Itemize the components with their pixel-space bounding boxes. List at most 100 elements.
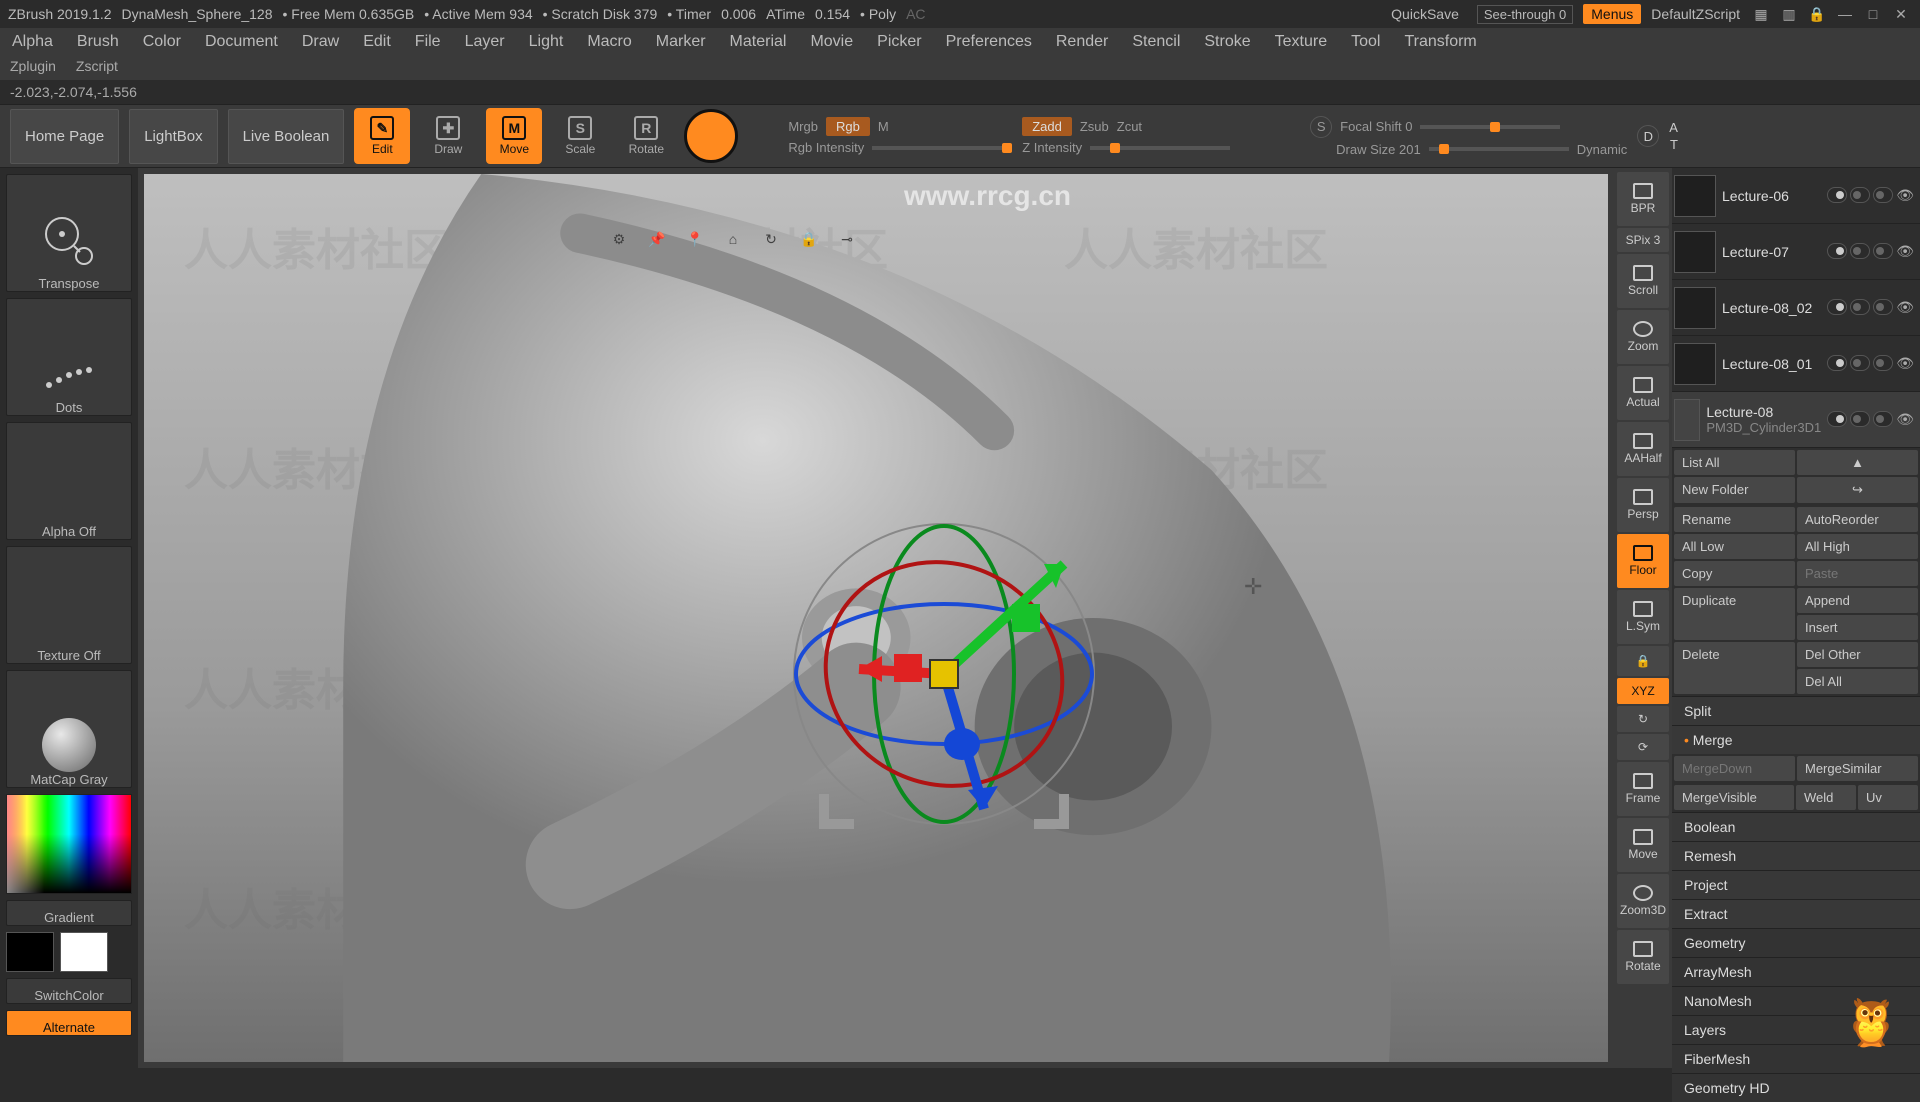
menu-file[interactable]: File	[413, 30, 443, 54]
vis-toggle[interactable]	[1827, 355, 1847, 371]
menu-alpha[interactable]: Alpha	[10, 30, 55, 54]
alpha-slot[interactable]: Alpha Off	[6, 422, 132, 540]
poly-toggle[interactable]	[1850, 243, 1870, 259]
m-label[interactable]: M	[878, 119, 889, 134]
home-icon[interactable]: ⌂	[718, 224, 748, 254]
folder-arrow-button[interactable]: ↪	[1797, 477, 1918, 503]
paint-toggle[interactable]	[1873, 411, 1893, 427]
vis-toggle[interactable]	[1827, 411, 1847, 427]
marker-icon[interactable]: 📍	[680, 224, 710, 254]
geometry-section[interactable]: Geometry	[1672, 928, 1920, 957]
menu-light[interactable]: Light	[527, 30, 566, 54]
material-slot[interactable]: MatCap Gray	[6, 670, 132, 788]
copy-button[interactable]: Copy	[1674, 561, 1795, 586]
menu-material[interactable]: Material	[728, 30, 789, 54]
move-mode[interactable]: MMove	[486, 108, 542, 164]
menu-macro[interactable]: Macro	[585, 30, 633, 54]
maximize-icon[interactable]: □	[1862, 3, 1884, 25]
draw-mode[interactable]: ✚Draw	[420, 108, 476, 164]
append-button[interactable]: Append	[1797, 588, 1918, 613]
menu-brush[interactable]: Brush	[75, 30, 121, 54]
s-icon[interactable]: S	[1310, 116, 1332, 138]
texture-slot[interactable]: Texture Off	[6, 546, 132, 664]
vis-toggle[interactable]	[1827, 299, 1847, 315]
poly-toggle[interactable]	[1850, 187, 1870, 203]
liveboolean-button[interactable]: Live Boolean	[228, 109, 345, 164]
layout-icon[interactable]: ▦	[1750, 3, 1772, 25]
transpose-brush[interactable]: Transpose	[6, 174, 132, 292]
scale-mode[interactable]: SScale	[552, 108, 608, 164]
d-icon[interactable]: D	[1637, 125, 1659, 147]
eye-icon[interactable]: 👁	[1896, 355, 1914, 372]
axis-z-icon[interactable]: ⟳	[1617, 734, 1669, 760]
mergesimilar-button[interactable]: MergeSimilar	[1797, 756, 1918, 781]
quicksave-button[interactable]: QuickSave	[1383, 4, 1467, 24]
persp-button[interactable]: Persp	[1617, 478, 1669, 532]
split-section[interactable]: Split	[1672, 696, 1920, 725]
paint-toggle[interactable]	[1873, 243, 1893, 259]
menu-marker[interactable]: Marker	[654, 30, 708, 54]
rgb-toggle[interactable]: Rgb	[826, 117, 870, 136]
zoom3d-button[interactable]: Zoom3D	[1617, 874, 1669, 928]
z-intensity-slider[interactable]	[1090, 146, 1230, 150]
arraymesh-section[interactable]: ArrayMesh	[1672, 957, 1920, 986]
rotate-view-button[interactable]: Rotate	[1617, 930, 1669, 984]
frame-button[interactable]: Frame	[1617, 762, 1669, 816]
menu-transform[interactable]: Transform	[1402, 30, 1478, 54]
minimize-icon[interactable]: —	[1834, 3, 1856, 25]
menu-draw[interactable]: Draw	[300, 30, 341, 54]
close-icon[interactable]: ✕	[1890, 3, 1912, 25]
geometryhd-section[interactable]: Geometry HD	[1672, 1073, 1920, 1102]
floor-button[interactable]: Floor	[1617, 534, 1669, 588]
dynamic-label[interactable]: Dynamic	[1577, 142, 1628, 157]
reset-icon[interactable]: ↻	[756, 224, 786, 254]
mergevisible-button[interactable]: MergeVisible	[1674, 785, 1794, 810]
alllow-button[interactable]: All Low	[1674, 534, 1795, 559]
menu-zscript[interactable]: Zscript	[76, 58, 118, 74]
axis-y-icon[interactable]: ↻	[1617, 706, 1669, 732]
up-arrow-button[interactable]: ▲	[1797, 450, 1918, 475]
mergedown-button[interactable]: MergeDown	[1674, 756, 1795, 781]
uv-button[interactable]: Uv	[1858, 785, 1918, 810]
eye-icon[interactable]: 👁	[1896, 243, 1914, 260]
menu-color[interactable]: Color	[141, 30, 183, 54]
eye-icon[interactable]: 👁	[1896, 187, 1914, 204]
listall-button[interactable]: List All	[1674, 450, 1795, 475]
focal-shift-slider[interactable]	[1420, 125, 1560, 129]
vis-toggle[interactable]	[1827, 243, 1847, 259]
color-picker[interactable]	[6, 794, 132, 894]
allhigh-button[interactable]: All High	[1797, 534, 1918, 559]
move-view-button[interactable]: Move	[1617, 818, 1669, 872]
remesh-section[interactable]: Remesh	[1672, 841, 1920, 870]
menu-document[interactable]: Document	[203, 30, 280, 54]
delete-button[interactable]: Delete	[1674, 642, 1795, 694]
viewport[interactable]: www.rrcg.cn 人人素材社区 人人素材社区 人人素材社区 人人素材社区 …	[144, 174, 1608, 1062]
lock-viewport-icon[interactable]: 🔒	[1617, 646, 1669, 676]
newfolder-button[interactable]: New Folder	[1674, 477, 1795, 503]
boolean-section[interactable]: Boolean	[1672, 812, 1920, 841]
subtool-row[interactable]: Lecture-08_01 👁	[1672, 336, 1920, 392]
homepage-button[interactable]: Home Page	[10, 109, 119, 164]
menu-edit[interactable]: Edit	[361, 30, 393, 54]
subtool-row[interactable]: Lecture-06 👁	[1672, 168, 1920, 224]
menu-preferences[interactable]: Preferences	[944, 30, 1034, 54]
paint-toggle[interactable]	[1873, 355, 1893, 371]
merge-section[interactable]: Merge	[1672, 725, 1920, 754]
t-label[interactable]: T	[1670, 137, 1678, 152]
subtool-row-selected[interactable]: Lecture-08 PM3D_Cylinder3D1 👁	[1672, 392, 1920, 448]
swatch-white[interactable]	[60, 932, 108, 972]
menu-picker[interactable]: Picker	[875, 30, 923, 54]
menu-layer[interactable]: Layer	[463, 30, 507, 54]
delall-button[interactable]: Del All	[1797, 669, 1918, 694]
eye-icon[interactable]: 👁	[1896, 411, 1914, 428]
menu-texture[interactable]: Texture	[1273, 30, 1329, 54]
transform-gizmo[interactable]	[764, 494, 1124, 854]
gradient-button[interactable]: Gradient	[6, 900, 132, 926]
gear-icon[interactable]: ⚙	[604, 224, 634, 254]
paint-toggle[interactable]	[1873, 187, 1893, 203]
weld-button[interactable]: Weld	[1796, 785, 1856, 810]
duplicate-button[interactable]: Duplicate	[1674, 588, 1795, 640]
actual-button[interactable]: Actual	[1617, 366, 1669, 420]
zoom-button[interactable]: Zoom	[1617, 310, 1669, 364]
stroke-dots[interactable]: Dots	[6, 298, 132, 416]
